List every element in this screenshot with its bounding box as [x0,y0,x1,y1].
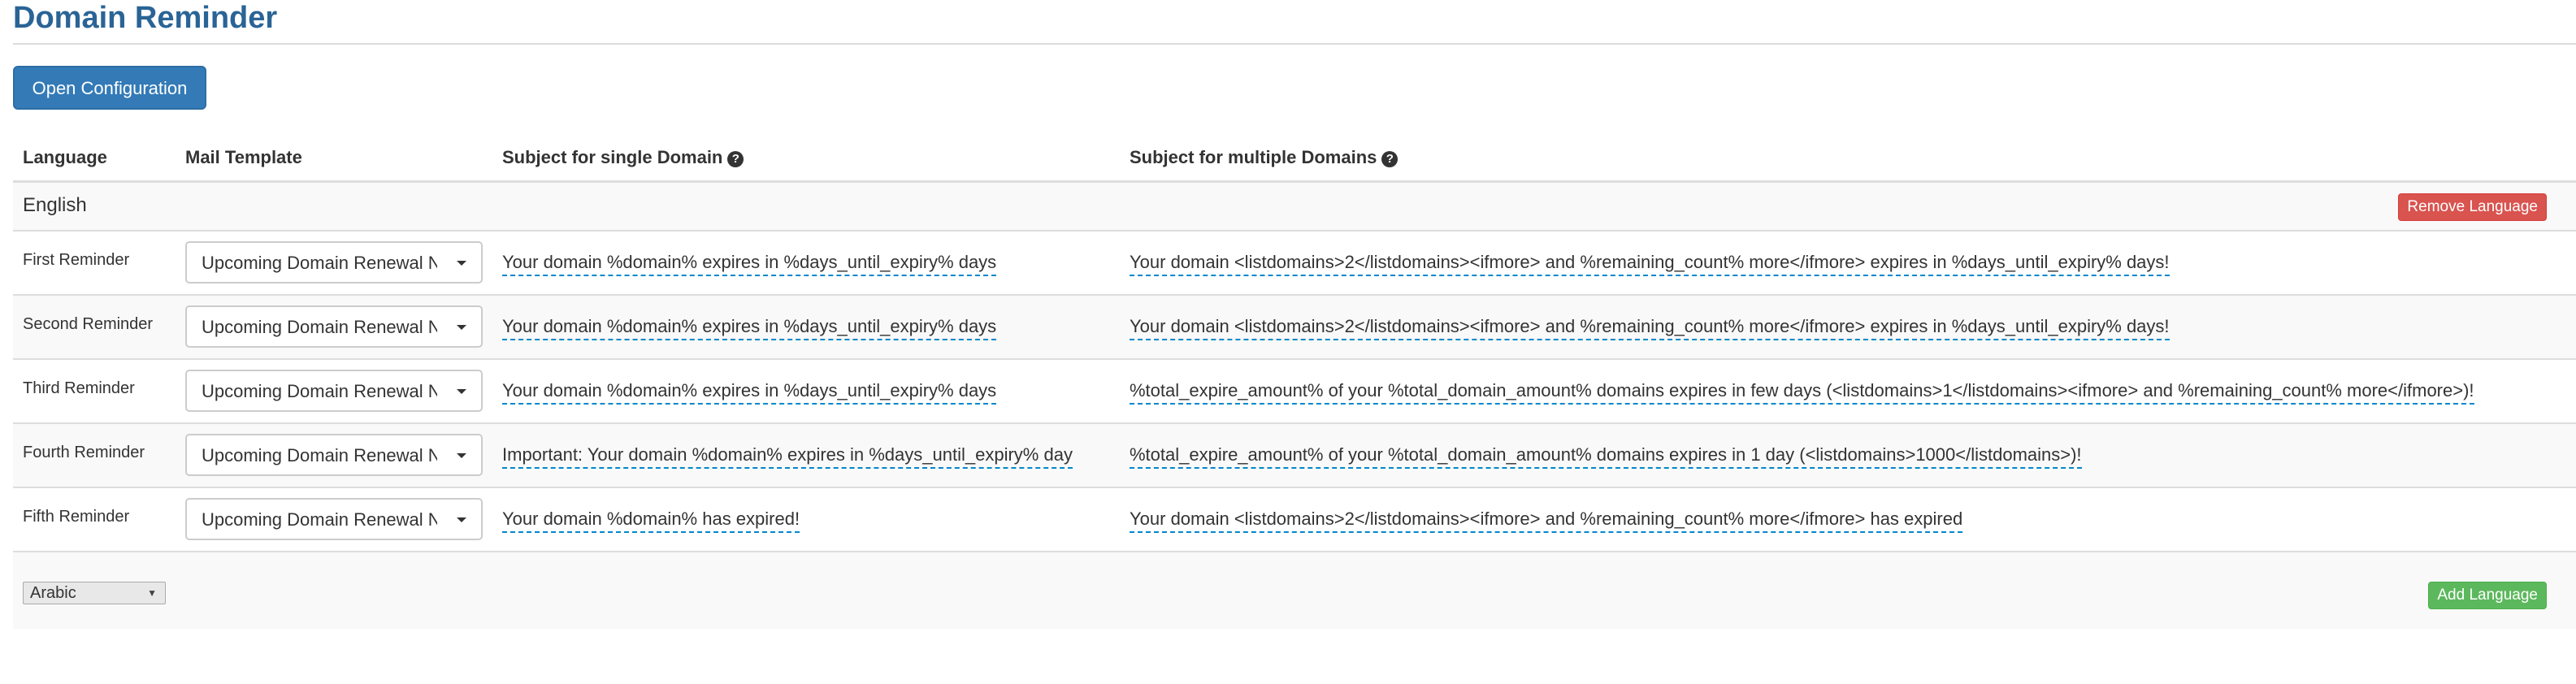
caret-down-icon [457,261,466,266]
question-circle-icon[interactable]: ? [727,151,744,167]
subject-single-editable[interactable]: Your domain %domain% expires in %days_un… [502,315,997,340]
table-row: Third Reminder Upcoming Domain Renewal N… [13,360,2576,424]
subject-multiple-editable[interactable]: Your domain <listdomains>2</listdomains>… [1130,315,2170,340]
mail-template-value: Upcoming Domain Renewal Notice [202,253,437,273]
caret-down-icon [457,325,466,330]
subject-single-editable[interactable]: Your domain %domain% expires in %days_un… [502,251,997,276]
question-circle-icon[interactable]: ? [1381,151,1399,167]
language-select[interactable]: Arabic ▼ [23,582,166,604]
mail-template-value: Upcoming Domain Renewal Notice [202,381,437,401]
reminder-label: Third Reminder [23,379,135,397]
table-row: Fifth Reminder Upcoming Domain Renewal N… [13,488,2576,552]
reminder-label: Fifth Reminder [23,508,130,526]
add-language-button[interactable]: Add Language [2428,582,2547,609]
header-subject-multiple: Subject for multiple Domains? [1130,146,1399,169]
subject-multiple-editable[interactable]: Your domain <listdomains>2</listdomains>… [1130,251,2170,276]
open-configuration-button[interactable]: Open Configuration [13,66,206,110]
caret-down-icon [457,389,466,394]
add-language-row: Arabic ▼ Add Language [13,552,2576,629]
header-subject-single-label: Subject for single Domain [502,147,723,167]
remove-language-button[interactable]: Remove Language [2398,193,2547,221]
table-row: Second Reminder Upcoming Domain Renewal … [13,296,2576,360]
domain-reminder-page: Domain Reminder Open Configuration Langu… [0,0,2576,684]
reminder-label: First Reminder [23,251,130,269]
caret-down-icon [457,517,466,522]
page-title: Domain Reminder [13,1,278,35]
header-mail-template: Mail Template [185,147,302,167]
mail-template-select[interactable]: Upcoming Domain Renewal Notice [185,370,483,412]
mail-template-select[interactable]: Upcoming Domain Renewal Notice [185,498,483,540]
header-subject-multiple-label: Subject for multiple Domains [1130,147,1377,167]
triangle-down-icon: ▼ [147,587,157,599]
language-name: English [23,194,87,216]
subject-multiple-editable[interactable]: %total_expire_amount% of your %total_dom… [1130,379,2474,405]
table-row: Fourth Reminder Upcoming Domain Renewal … [13,424,2576,488]
caret-down-icon [457,453,466,458]
mail-template-select[interactable]: Upcoming Domain Renewal Notice [185,434,483,476]
reminder-label: Second Reminder [23,315,154,333]
header-language: Language [23,147,107,167]
title-divider [13,43,2576,45]
reminder-table: Language Mail Template Subject for singl… [13,135,2576,629]
subject-multiple-editable[interactable]: %total_expire_amount% of your %total_dom… [1130,444,2082,469]
table-header: Language Mail Template Subject for singl… [13,135,2576,183]
reminder-label: Fourth Reminder [23,444,145,461]
header-subject-single: Subject for single Domain? [502,146,744,169]
subject-single-editable[interactable]: Your domain %domain% expires in %days_un… [502,379,997,405]
mail-template-select[interactable]: Upcoming Domain Renewal Notice [185,305,483,348]
table-row: First Reminder Upcoming Domain Renewal N… [13,232,2576,296]
mail-template-value: Upcoming Domain Renewal Notice [202,445,437,465]
mail-template-value: Upcoming Domain Renewal Notice [202,509,437,530]
language-group-english: English Remove Language [13,183,2576,232]
mail-template-select[interactable]: Upcoming Domain Renewal Notice [185,241,483,284]
mail-template-value: Upcoming Domain Renewal Notice [202,317,437,337]
subject-single-editable[interactable]: Your domain %domain% has expired! [502,508,800,533]
subject-single-editable[interactable]: Important: Your domain %domain% expires … [502,444,1073,469]
subject-multiple-editable[interactable]: Your domain <listdomains>2</listdomains>… [1130,508,1963,533]
language-select-value: Arabic [30,584,76,602]
